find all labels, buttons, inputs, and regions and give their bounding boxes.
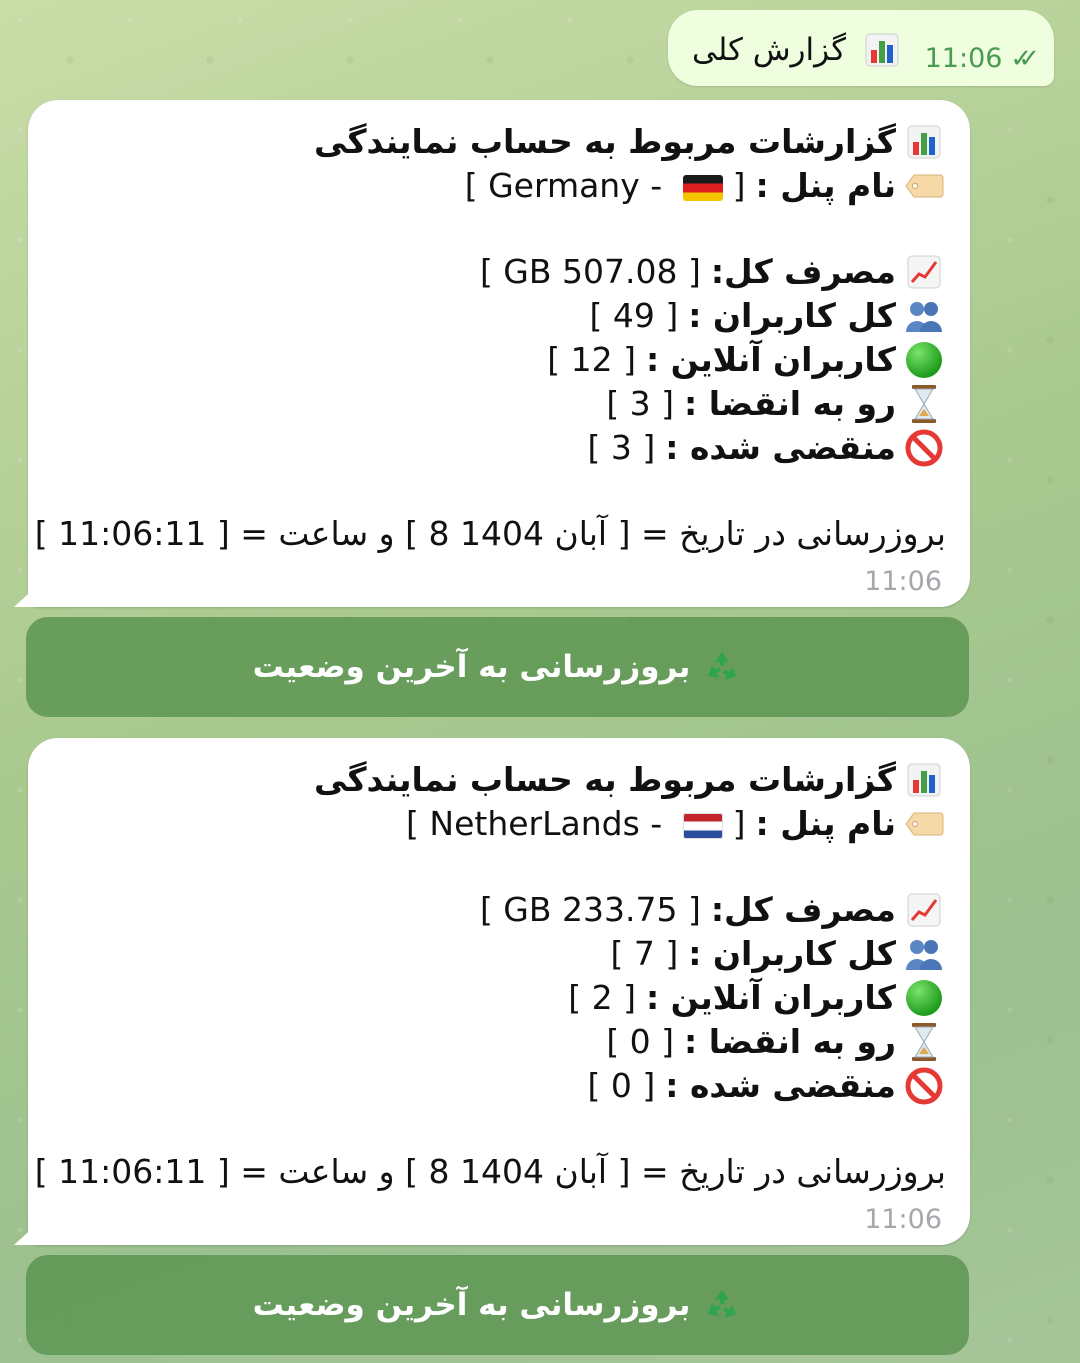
users-line: کل کاربران : [ 49 ]: [314, 294, 944, 338]
expiring-value: [ 3 ]: [606, 384, 675, 423]
panel-country: Germany: [488, 166, 640, 205]
online-line: کاربران آنلاین : [ 12 ]: [314, 338, 944, 382]
read-double-check-icon: ✓✓: [1010, 43, 1039, 74]
report-title-line: گزارشات مربوط به حساب نمایندگی: [314, 758, 944, 802]
update-timestamp-line: بروزرسانی در تاریخ = [ 8 آبان 1404 ] و س…: [35, 1152, 946, 1191]
users-label: کل کاربران :: [688, 934, 896, 973]
users-icon: [904, 296, 944, 336]
hourglass-icon: [904, 384, 944, 424]
chart-increasing-icon: [904, 890, 944, 930]
update-prefix: بروزرسانی در تاریخ =: [640, 1152, 946, 1191]
online-value: [ 2 ]: [568, 978, 636, 1017]
expired-line: منقضی شده : [ 3 ]: [314, 426, 944, 470]
expiring-label: رو به انقضا :: [684, 384, 896, 423]
usage-line: مصرف کل: [ GB 507.08 ]: [314, 250, 944, 294]
hourglass-icon: [904, 1022, 944, 1062]
report-title: گزارشات مربوط به حساب نمایندگی: [313, 760, 896, 799]
panel-name: [ NetherLands - ]: [406, 804, 746, 843]
update-date: [ 8 آبان 1404 ]: [405, 514, 631, 553]
message-time: 11:06: [864, 566, 942, 597]
recycle-icon: [702, 647, 742, 687]
usage-value: [ GB 233.75 ]: [479, 890, 701, 929]
usage-label: مصرف کل:: [710, 890, 896, 929]
recycle-icon: [702, 1285, 742, 1325]
message-time: 11:06: [864, 1204, 942, 1235]
panel-name: [ Germany - ]: [464, 166, 746, 205]
green-circle-icon: [904, 978, 944, 1018]
panel-country: NetherLands: [429, 804, 640, 843]
bar-chart-icon: [904, 760, 944, 800]
expired-label: منقضی شده :: [665, 428, 896, 467]
users-label: کل کاربران :: [688, 296, 896, 335]
expired-label: منقضی شده :: [665, 1066, 896, 1105]
update-prefix: بروزرسانی در تاریخ =: [640, 514, 946, 553]
report-title-line: گزارشات مربوط به حساب نمایندگی: [314, 120, 944, 164]
bar-chart-icon: [904, 122, 944, 162]
online-line: کاربران آنلاین : [ 2 ]: [314, 976, 944, 1020]
report-message-germany[interactable]: گزارشات مربوط به حساب نمایندگی نام پنل :…: [14, 100, 970, 607]
chart-increasing-icon: [904, 252, 944, 292]
expiring-line: رو به انقضا : [ 3 ]: [314, 382, 944, 426]
panel-name-line: نام پنل : [ Germany - ]: [314, 164, 944, 208]
refresh-status-button[interactable]: بروزرسانی به آخرین وضعیت: [26, 617, 969, 717]
report-title: گزارشات مربوط به حساب نمایندگی: [313, 122, 896, 161]
online-label: کاربران آنلاین :: [646, 340, 896, 379]
outgoing-message-text: گزارش کلی: [692, 30, 902, 70]
flag-germany-icon: [682, 174, 723, 201]
panel-label: نام پنل :: [755, 166, 896, 205]
prohibited-icon: [904, 428, 944, 468]
users-value: [ 49 ]: [589, 296, 679, 335]
flag-netherlands-icon: [682, 812, 723, 839]
green-circle-icon: [904, 340, 944, 380]
panel-label: نام پنل :: [755, 804, 896, 843]
report-body: گزارشات مربوط به حساب نمایندگی نام پنل :…: [314, 120, 944, 470]
users-line: کل کاربران : [ 7 ]: [314, 932, 944, 976]
prohibited-icon: [904, 1066, 944, 1106]
expiring-line: رو به انقضا : [ 0 ]: [314, 1020, 944, 1064]
update-time: [ 11:06:11 ]: [34, 1152, 230, 1191]
outgoing-time: 11:06: [924, 43, 1003, 74]
refresh-button-label: بروزرسانی به آخرین وضعیت: [252, 1287, 691, 1323]
online-label: کاربران آنلاین :: [646, 978, 896, 1017]
update-date: [ 8 آبان 1404 ]: [405, 1152, 631, 1191]
users-icon: [904, 934, 944, 974]
outgoing-message[interactable]: گزارش کلی 11:06 ✓✓: [668, 10, 1054, 86]
label-tag-icon: [904, 804, 944, 844]
refresh-button-label: بروزرسانی به آخرین وضعیت: [252, 649, 691, 685]
expiring-value: [ 0 ]: [606, 1022, 675, 1061]
outgoing-meta: 11:06 ✓✓: [925, 43, 1040, 74]
expiring-label: رو به انقضا :: [684, 1022, 896, 1061]
panel-name-line: نام پنل : [ NetherLands - ]: [314, 802, 944, 846]
usage-label: مصرف کل:: [710, 252, 896, 291]
refresh-status-button[interactable]: بروزرسانی به آخرین وضعیت: [26, 1255, 969, 1355]
expired-line: منقضی شده : [ 0 ]: [314, 1064, 944, 1108]
outgoing-text-label: گزارش کلی: [691, 32, 846, 68]
update-timestamp-line: بروزرسانی در تاریخ = [ 8 آبان 1404 ] و س…: [35, 514, 946, 553]
usage-value: [ GB 507.08 ]: [479, 252, 701, 291]
report-body: گزارشات مربوط به حساب نمایندگی نام پنل :…: [314, 758, 944, 1108]
expired-value: [ 3 ]: [587, 428, 656, 467]
online-value: [ 12 ]: [547, 340, 636, 379]
update-time: [ 11:06:11 ]: [34, 514, 230, 553]
bar-chart-icon: [862, 30, 902, 70]
update-mid: و ساعت =: [240, 514, 395, 553]
update-mid: و ساعت =: [240, 1152, 395, 1191]
expired-value: [ 0 ]: [587, 1066, 656, 1105]
users-value: [ 7 ]: [610, 934, 679, 973]
label-tag-icon: [904, 166, 944, 206]
report-message-netherlands[interactable]: گزارشات مربوط به حساب نمایندگی نام پنل :…: [14, 738, 970, 1245]
usage-line: مصرف کل: [ GB 233.75 ]: [314, 888, 944, 932]
